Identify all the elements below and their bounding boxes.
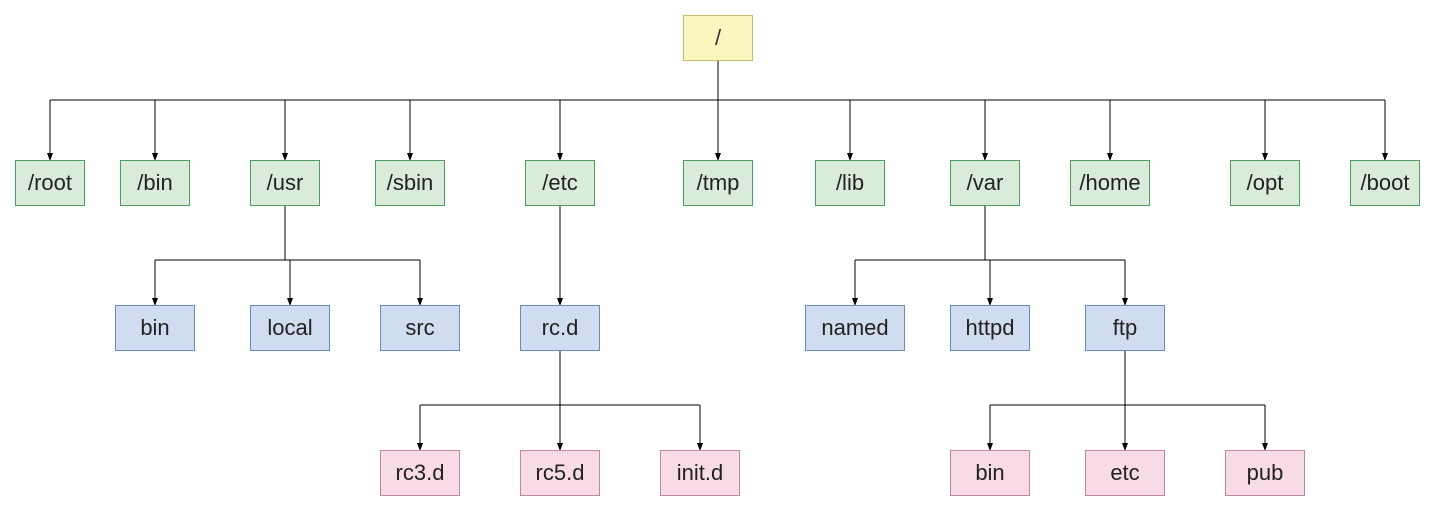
node-named: named [805,305,905,351]
node-initd: init.d [660,450,740,496]
node-sbin: /sbin [375,160,445,206]
connector-lines [0,0,1432,528]
node-bin: /bin [120,160,190,206]
node-home: /home [1070,160,1150,206]
node-rc3d: rc3.d [380,450,460,496]
node-opt: /opt [1230,160,1300,206]
node-ftp: ftp [1085,305,1165,351]
node-ftp-etc: etc [1085,450,1165,496]
node-boot: /boot [1350,160,1420,206]
node-tmp: /tmp [683,160,753,206]
node-rc5d: rc5.d [520,450,600,496]
node-ftp-bin: bin [950,450,1030,496]
node-var: /var [950,160,1020,206]
node-rcd: rc.d [520,305,600,351]
node-lib: /lib [815,160,885,206]
node-ftp-pub: pub [1225,450,1305,496]
node-usr-local: local [250,305,330,351]
node-root-dir: /root [15,160,85,206]
node-usr-bin: bin [115,305,195,351]
node-httpd: httpd [950,305,1030,351]
node-usr: /usr [250,160,320,206]
node-etc: /etc [525,160,595,206]
node-root: / [683,15,753,61]
node-usr-src: src [380,305,460,351]
